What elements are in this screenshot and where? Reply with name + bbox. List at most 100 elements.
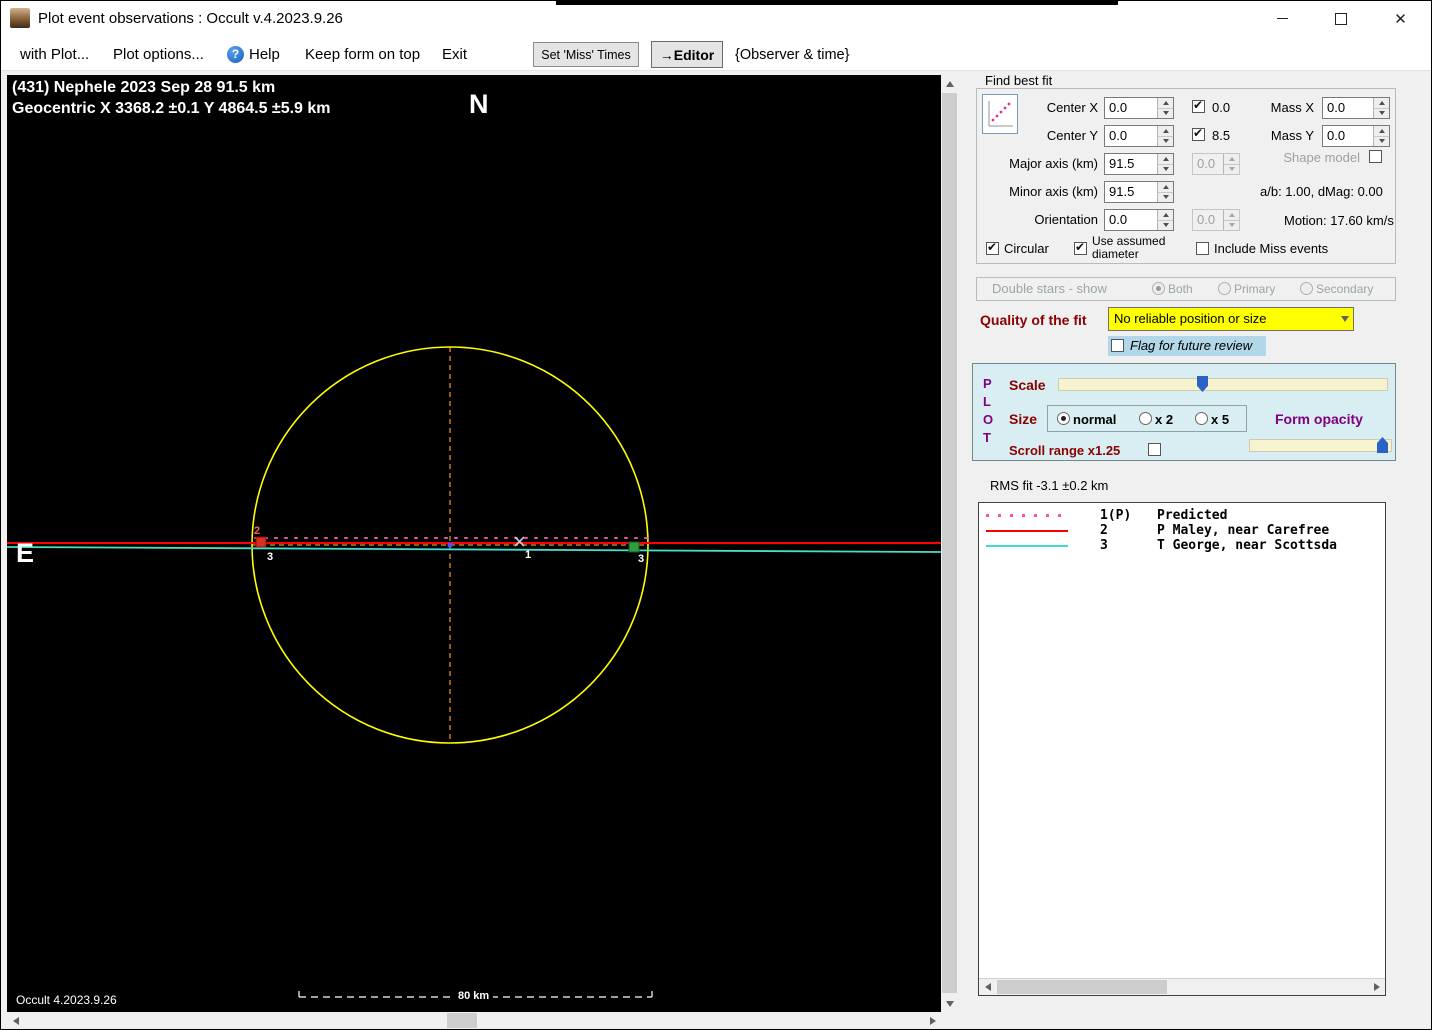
legend-sample-predicted (986, 514, 1068, 517)
double-stars-both-label: Both (1168, 282, 1193, 296)
use-assumed-diameter-checkbox[interactable] (1074, 240, 1087, 255)
menu-plot-options[interactable]: Plot options... (113, 46, 204, 63)
app-window: Plot event observations : Occult v.4.202… (0, 0, 1432, 1030)
size-x2-label: x 2 (1155, 412, 1174, 427)
plot-canvas[interactable] (7, 75, 941, 1012)
scrollbar-corner (941, 1012, 958, 1029)
scroll-range-label: Scroll range x1.25 (1009, 443, 1121, 458)
menu-observer-time[interactable]: {Observer & time} (735, 47, 849, 63)
scroll-range-checkbox[interactable] (1148, 443, 1161, 456)
opacity-slider[interactable] (1249, 439, 1392, 452)
scroll-left-button[interactable] (7, 1012, 24, 1029)
shape-model-checkbox[interactable] (1369, 150, 1382, 163)
flag-review-checkbox[interactable] (1111, 339, 1124, 352)
legend-num: 2 (1100, 523, 1108, 538)
center-x-spinner[interactable]: 0.0 (1104, 97, 1174, 119)
orientation-fit-spinner: 0.0 (1192, 209, 1240, 231)
chord-3-marker[interactable] (628, 541, 640, 553)
center-y-fit-value: 8.5 (1212, 128, 1231, 143)
minimize-button[interactable] (1252, 0, 1312, 37)
form-opacity-label: Form opacity (1275, 411, 1363, 427)
legend-num: 1(P) (1100, 508, 1132, 523)
major-axis-label: Major axis (km) (1009, 156, 1098, 171)
size-x2-radio[interactable] (1139, 412, 1152, 425)
scale-slider[interactable] (1058, 378, 1388, 391)
plot-horizontal-scrollbar[interactable] (7, 1012, 941, 1029)
quality-dropdown[interactable]: No reliable position or size (1108, 307, 1354, 331)
editor-button[interactable]: →Editor (651, 41, 723, 68)
center-x-fit-checkbox[interactable] (1192, 98, 1205, 113)
center-y-spinner[interactable]: 0.0 (1104, 125, 1174, 147)
size-x5-radio[interactable] (1195, 412, 1208, 425)
flag-review-label: Flag for future review (1130, 338, 1253, 353)
menu-keep-on-top[interactable]: Keep form on top (305, 46, 420, 63)
mass-x-spinner[interactable]: 0.0 (1322, 97, 1390, 119)
vertical-scroll-thumb[interactable] (942, 93, 957, 993)
plot-letter-p: P (983, 376, 992, 391)
menu-exit[interactable]: Exit (442, 46, 467, 63)
size-normal-label: normal (1073, 412, 1117, 427)
menu-help[interactable]: Help (249, 46, 280, 63)
chord-3-line[interactable] (7, 546, 941, 553)
chord-3-right-label: 3 (638, 553, 645, 565)
plot-area[interactable]: (431) Nephele 2023 Sep 28 91.5 km Geocen… (7, 75, 941, 1012)
shape-model-label: Shape model (1283, 150, 1360, 165)
double-stars-primary-radio (1218, 282, 1231, 295)
double-stars-title: Double stars - show (992, 281, 1107, 296)
double-stars-both-radio (1152, 282, 1165, 295)
legend-scrollbar[interactable] (979, 978, 1385, 995)
mass-y-spinner[interactable]: 0.0 (1322, 125, 1390, 147)
rms-fit-label: RMS fit -3.1 ±0.2 km (990, 478, 1109, 493)
plot-title-line1: (431) Nephele 2023 Sep 28 91.5 km (12, 79, 276, 96)
scroll-down-button[interactable] (941, 995, 958, 1012)
minor-axis-spinner[interactable]: 91.5 (1104, 181, 1174, 203)
menu-with-plot[interactable]: with Plot... (20, 46, 89, 63)
legend-scroll-thumb[interactable] (997, 980, 1167, 994)
scale-label: Scale (1009, 377, 1046, 393)
legend-sample-chord3 (986, 545, 1068, 547)
legend-num: 3 (1100, 538, 1108, 553)
plot-settings-panel: P L O T Scale Size normal x 2 x 5 Form o… (972, 363, 1396, 461)
center-y-fit-checkbox[interactable] (1192, 126, 1205, 141)
horizontal-scroll-thumb[interactable] (447, 1013, 477, 1028)
circular-label: Circular (1004, 241, 1049, 256)
maximize-button[interactable] (1312, 0, 1370, 37)
fit-chart-button[interactable] (982, 94, 1018, 134)
size-normal-radio[interactable] (1057, 412, 1070, 425)
menu-bar: with Plot... Plot options... Help Keep f… (0, 37, 1432, 71)
legend-scroll-left-button[interactable] (979, 979, 996, 995)
motion-label: Motion: 17.60 km/s (1284, 213, 1394, 228)
external-window-edge (556, 0, 1118, 5)
size-x5-label: x 5 (1211, 412, 1230, 427)
chart-icon (988, 101, 1013, 127)
legend-scroll-right-button[interactable] (1368, 979, 1385, 995)
double-stars-primary-label: Primary (1234, 282, 1276, 296)
orientation-spinner[interactable]: 0.0 (1104, 209, 1174, 231)
quality-label: Quality of the fit (980, 312, 1087, 328)
chord-2-marker[interactable] (255, 536, 267, 548)
include-miss-events-label: Include Miss events (1214, 241, 1329, 256)
plot-letter-l: L (983, 394, 991, 409)
plot-letter-o: O (983, 412, 994, 427)
set-miss-times-button[interactable]: Set 'Miss' Times (533, 42, 639, 67)
minor-axis-label: Minor axis (km) (1009, 184, 1098, 199)
scroll-right-button[interactable] (924, 1012, 941, 1029)
legend-name: P Maley, near Carefree (1157, 523, 1330, 538)
circular-checkbox[interactable] (986, 240, 999, 255)
app-icon[interactable] (10, 8, 30, 28)
help-icon[interactable] (227, 46, 244, 63)
close-button[interactable]: ✕ (1370, 0, 1431, 37)
major-axis-spinner[interactable]: 91.5 (1104, 153, 1174, 175)
include-miss-events-checkbox[interactable] (1196, 242, 1209, 255)
legend-row-chord3[interactable]: 3 T George, near Scottsda (979, 538, 1385, 553)
legend-sample-chord2 (986, 530, 1068, 532)
chord-3-left-label: 3 (267, 551, 274, 563)
legend-row-chord2[interactable]: 2 P Maley, near Carefree (979, 523, 1385, 538)
legend-row-predicted[interactable]: 1(P) Predicted (979, 508, 1385, 523)
window-title: Plot event observations : Occult v.4.202… (38, 10, 343, 27)
scroll-up-button[interactable] (941, 75, 958, 92)
center-x-fit-value: 0.0 (1212, 100, 1231, 115)
title-bar: Plot event observations : Occult v.4.202… (0, 0, 1432, 37)
double-stars-secondary-radio (1300, 282, 1313, 295)
plot-vertical-scrollbar[interactable] (941, 75, 958, 1012)
